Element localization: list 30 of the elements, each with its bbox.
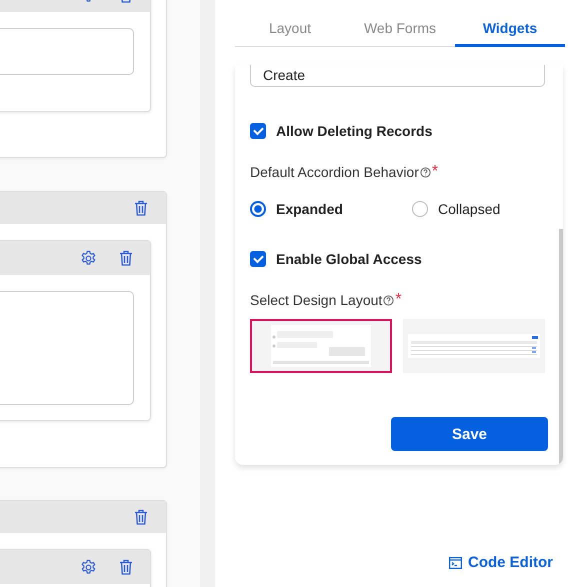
checkbox-label: Enable Global Access (276, 251, 422, 267)
trash-icon[interactable] (134, 200, 148, 216)
radio-label: Collapsed (438, 201, 500, 217)
help-icon[interactable] (420, 166, 431, 178)
input-field[interactable]: Create (250, 65, 545, 87)
terminal-icon (449, 556, 462, 568)
trash-icon[interactable] (119, 250, 133, 266)
help-icon[interactable] (383, 294, 394, 306)
code-editor-link[interactable]: Code Editor (449, 554, 553, 571)
tab[interactable]: Widgets (455, 9, 565, 47)
radio-button[interactable] (412, 201, 428, 217)
checkbox-label: Allow Deleting Records (276, 123, 432, 139)
save-button[interactable]: Save (391, 417, 548, 451)
layout-thumbnail[interactable] (250, 319, 392, 373)
field-label: Default Accordion Behavior (250, 164, 419, 180)
required-mark: * (395, 291, 402, 309)
scrollbar[interactable] (559, 229, 563, 465)
trash-icon[interactable] (134, 509, 148, 525)
checkbox[interactable] (250, 251, 266, 267)
radio-label: Expanded (276, 201, 343, 217)
layout-thumbnail[interactable] (403, 319, 545, 373)
tab[interactable]: Web Forms (345, 9, 455, 47)
settings-icon[interactable] (80, 558, 97, 576)
settings-icon[interactable] (80, 250, 97, 266)
trash-icon[interactable] (119, 559, 133, 575)
field-label: Select Design Layout (250, 292, 382, 308)
required-mark: * (432, 163, 438, 181)
radio-button[interactable] (250, 201, 266, 217)
checkbox[interactable] (250, 123, 266, 139)
tab[interactable]: Layout (235, 9, 345, 47)
